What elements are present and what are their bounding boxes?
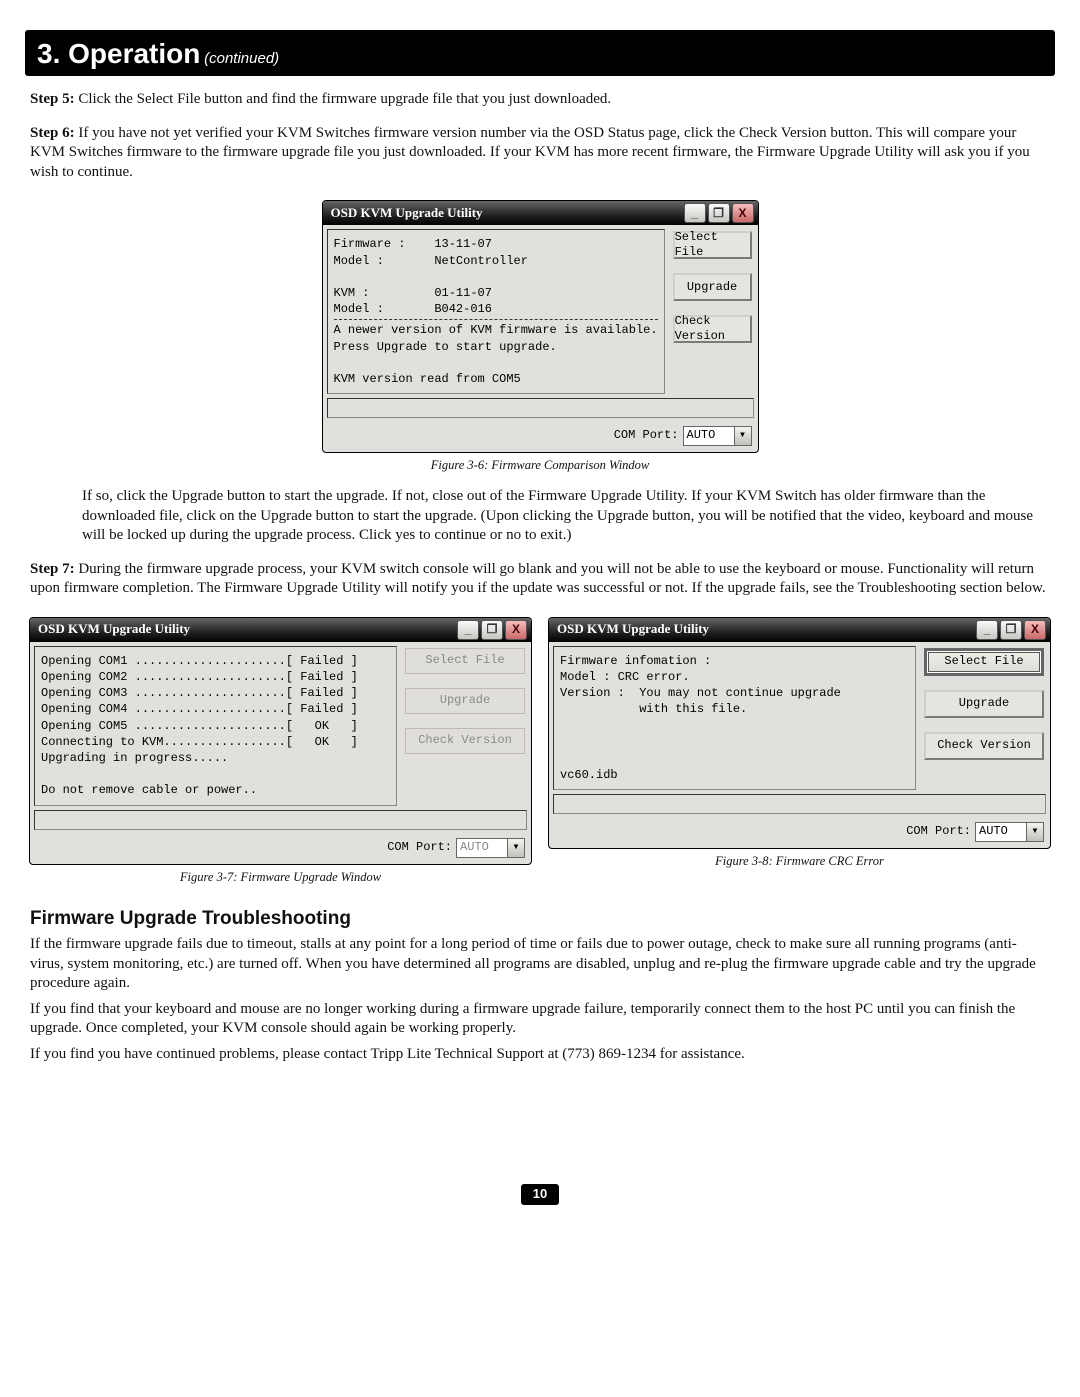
minimize-icon[interactable]: _ bbox=[457, 620, 479, 640]
maximize-icon[interactable]: ❐ bbox=[481, 620, 503, 640]
log-line: Upgrading in progress..... bbox=[41, 750, 390, 766]
titlebar: OSD KVM Upgrade Utility _ ❐ X bbox=[30, 618, 531, 642]
log-line: with this file. bbox=[560, 701, 909, 717]
step7-label: Step 7: bbox=[30, 561, 75, 577]
chevron-down-icon: ▾ bbox=[508, 838, 525, 858]
step5-label: Step 5: bbox=[30, 91, 75, 107]
troubleshoot-heading: Firmware Upgrade Troubleshooting bbox=[30, 907, 1050, 932]
select-file-button: Select File bbox=[405, 648, 525, 674]
step6: Step 6: If you have not yet verified you… bbox=[30, 124, 1050, 183]
figure-caption: Figure 3-8: Firmware CRC Error bbox=[715, 853, 884, 869]
com-port-dropdown[interactable]: AUTO ▾ bbox=[683, 426, 752, 446]
titlebar: OSD KVM Upgrade Utility _ ❐ X bbox=[549, 618, 1050, 642]
osd-utility-window: OSD KVM Upgrade Utility _ ❐ X Firmware :… bbox=[322, 200, 759, 453]
step5: Step 5: Click the Select File button and… bbox=[30, 90, 1050, 110]
log-line bbox=[41, 766, 390, 782]
log-line: Model : CRC error. bbox=[560, 669, 909, 685]
page-number: 10 bbox=[521, 1184, 559, 1205]
log-line bbox=[334, 355, 658, 371]
upgrade-button: Upgrade bbox=[405, 688, 525, 714]
log-line: Version : You may not continue upgrade bbox=[560, 685, 909, 701]
upgrade-button[interactable]: Upgrade bbox=[924, 690, 1044, 718]
check-version-button[interactable]: Check Version bbox=[924, 732, 1044, 760]
log-pane: Firmware : 13-11-07 Model : NetControlle… bbox=[327, 229, 665, 394]
log-line: KVM version read from COM5 bbox=[334, 371, 658, 387]
section-title: 3. Operation bbox=[37, 38, 200, 69]
select-file-button[interactable]: Select File bbox=[924, 648, 1044, 676]
status-bar bbox=[553, 794, 1046, 814]
troubleshoot-p1: If the firmware upgrade fails due to tim… bbox=[30, 935, 1050, 994]
status-bar bbox=[327, 398, 754, 418]
log-line: Firmware : 13-11-07 bbox=[334, 236, 658, 252]
section-continued: (continued) bbox=[204, 50, 279, 67]
minimize-icon[interactable]: _ bbox=[976, 620, 998, 640]
log-line: Opening COM5 .....................[ OK ] bbox=[41, 718, 390, 734]
section-header: 3. Operation (continued) bbox=[25, 30, 1055, 76]
maximize-icon[interactable]: ❐ bbox=[1000, 620, 1022, 640]
upgrade-button[interactable]: Upgrade bbox=[673, 273, 752, 301]
troubleshoot-p3: If you find you have continued problems,… bbox=[30, 1045, 1050, 1065]
titlebar: OSD KVM Upgrade Utility _ ❐ X bbox=[323, 201, 758, 225]
log-line: Opening COM4 .....................[ Fail… bbox=[41, 701, 390, 717]
log-line bbox=[334, 269, 658, 285]
com-port-dropdown: AUTO ▾ bbox=[456, 838, 525, 858]
window-title: OSD KVM Upgrade Utility bbox=[331, 205, 682, 222]
window-title: OSD KVM Upgrade Utility bbox=[38, 621, 455, 638]
log-line: Connecting to KVM.................[ OK ] bbox=[41, 734, 390, 750]
com-port-value: AUTO bbox=[975, 822, 1027, 842]
select-file-button[interactable]: Select File bbox=[673, 231, 752, 259]
chevron-down-icon[interactable]: ▾ bbox=[735, 426, 752, 446]
log-line: Model : NetController bbox=[334, 253, 658, 269]
com-port-dropdown[interactable]: AUTO ▾ bbox=[975, 822, 1044, 842]
window-title: OSD KVM Upgrade Utility bbox=[557, 621, 974, 638]
log-line: Opening COM1 .....................[ Fail… bbox=[41, 653, 390, 669]
com-port-label: COM Port: bbox=[387, 840, 452, 856]
log-line: KVM : 01-11-07 bbox=[334, 285, 658, 301]
status-bar bbox=[34, 810, 527, 830]
log-line: Opening COM3 .....................[ Fail… bbox=[41, 685, 390, 701]
com-port-value: AUTO bbox=[683, 426, 735, 446]
step7-text: During the firmware upgrade process, you… bbox=[30, 561, 1046, 597]
log-line: Model : B042-016 bbox=[334, 301, 658, 317]
close-icon[interactable]: X bbox=[732, 203, 754, 223]
step6-text: If you have not yet verified your KVM Sw… bbox=[30, 125, 1030, 180]
log-line: Do not remove cable or power.. bbox=[41, 782, 390, 798]
log-line: Press Upgrade to start upgrade. bbox=[334, 339, 658, 355]
check-version-button[interactable]: Check Version bbox=[673, 315, 752, 343]
step7: Step 7: During the firmware upgrade proc… bbox=[30, 560, 1050, 599]
minimize-icon[interactable]: _ bbox=[684, 203, 706, 223]
close-icon[interactable]: X bbox=[1024, 620, 1046, 640]
com-port-label: COM Port: bbox=[614, 428, 679, 444]
figure-caption: Figure 3-6: Firmware Comparison Window bbox=[30, 457, 1050, 473]
check-version-button: Check Version bbox=[405, 728, 525, 754]
close-icon[interactable]: X bbox=[505, 620, 527, 640]
osd-utility-window: OSD KVM Upgrade Utility _ ❐ X Firmware i… bbox=[548, 617, 1051, 849]
log-line: Firmware infomation : bbox=[560, 653, 909, 669]
log-pane: Firmware infomation : Model : CRC error.… bbox=[553, 646, 916, 790]
step6-cont: If so, click the Upgrade button to start… bbox=[82, 487, 1050, 546]
com-port-label: COM Port: bbox=[906, 824, 971, 840]
figure-caption: Figure 3-7: Firmware Upgrade Window bbox=[180, 869, 381, 885]
osd-utility-window: OSD KVM Upgrade Utility _ ❐ X Opening CO… bbox=[29, 617, 532, 865]
step6-label: Step 6: bbox=[30, 125, 75, 141]
status-text: vc60.idb bbox=[560, 767, 909, 783]
divider bbox=[334, 319, 658, 320]
step5-text: Click the Select File button and find th… bbox=[78, 91, 611, 107]
chevron-down-icon[interactable]: ▾ bbox=[1027, 822, 1044, 842]
log-pane: Opening COM1 .....................[ Fail… bbox=[34, 646, 397, 806]
maximize-icon[interactable]: ❐ bbox=[708, 203, 730, 223]
com-port-value: AUTO bbox=[456, 838, 508, 858]
log-line: A newer version of KVM firmware is avail… bbox=[334, 322, 658, 338]
log-line: Opening COM2 .....................[ Fail… bbox=[41, 669, 390, 685]
troubleshoot-p2: If you find that your keyboard and mouse… bbox=[30, 1000, 1050, 1039]
